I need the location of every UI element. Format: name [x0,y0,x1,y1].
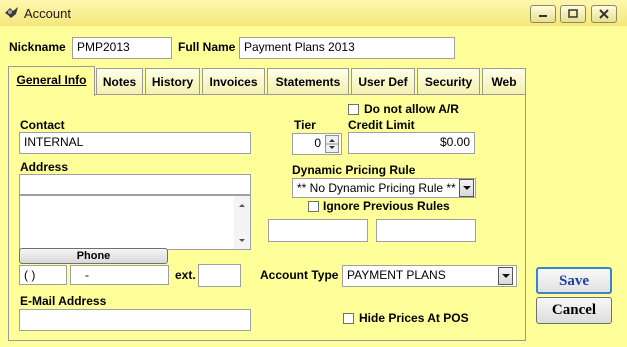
credit-limit-field[interactable]: $0.00 [348,132,475,154]
nickname-field[interactable]: PMP2013 [72,37,172,59]
account-type-dropdown-button[interactable] [498,267,513,285]
contact-label: Contact [20,118,65,132]
tab-user-def[interactable]: User Def [351,68,415,94]
contact-field[interactable]: INTERNAL [19,132,251,154]
tab-history[interactable]: History [145,68,200,94]
fullname-field[interactable]: Payment Plans 2013 [239,37,455,59]
tab-web[interactable]: Web [482,68,526,94]
spinner-arrows-icon [326,139,338,149]
cancel-button[interactable]: Cancel [536,297,612,324]
account-type-select[interactable]: PAYMENT PLANS [342,265,517,287]
chevron-down-icon [502,274,510,278]
address-line1-field[interactable] [19,174,251,195]
address-label: Address [20,160,69,174]
restore-icon [568,9,578,18]
tab-notes[interactable]: Notes [96,68,143,94]
minimize-icon [539,15,547,17]
phone-number-field[interactable]: - [70,265,169,285]
address-textarea[interactable] [19,195,251,250]
ignore-previous-rules-checkbox[interactable] [308,201,319,212]
tab-general-info[interactable]: General Info [8,66,95,96]
title-bar: Account [0,0,627,26]
phone-area-field[interactable]: ( ) [19,265,67,285]
hide-prices-label: Hide Prices At POS [359,311,469,325]
extra-field-1[interactable] [268,219,368,242]
app-logo-icon [5,7,18,18]
phone-button[interactable]: Phone [19,248,168,264]
nickname-label: Nickname [9,40,66,54]
close-window-button[interactable] [591,5,617,23]
tier-label: Tier [294,118,316,132]
dynamic-pricing-label: Dynamic Pricing Rule [292,163,416,177]
do-not-allow-ar-label: Do not allow A/R [364,102,459,116]
ext-label: ext. [175,268,196,282]
tab-invoices[interactable]: Invoices [202,68,265,94]
save-button[interactable]: Save [536,267,612,294]
minimize-button[interactable] [530,5,556,23]
credit-limit-label: Credit Limit [348,118,415,132]
address-scrollbar[interactable] [234,196,250,249]
scroll-arrows-icon [239,204,245,242]
dynamic-pricing-select[interactable]: ** No Dynamic Pricing Rule ** [292,178,476,198]
tab-statements[interactable]: Statements [267,68,349,94]
tab-security[interactable]: Security [417,68,480,94]
email-field[interactable] [19,309,251,331]
maximize-button[interactable] [560,5,586,23]
account-type-label: Account Type [260,268,339,282]
do-not-allow-ar-checkbox[interactable] [348,104,359,115]
dynamic-pricing-dropdown-button[interactable] [459,179,474,197]
chevron-down-icon [463,186,471,190]
extra-field-2[interactable] [376,219,476,242]
ext-field[interactable] [198,264,241,287]
fullname-label: Full Name [178,40,236,54]
email-label: E-Mail Address [20,294,107,308]
ignore-previous-rules-label: Ignore Previous Rules [323,199,450,213]
window-title: Account [24,6,71,21]
tier-spinner[interactable] [325,135,339,153]
hide-prices-checkbox[interactable] [343,313,354,324]
account-window: Account Nickname PMP2013 Full Name Payme… [0,0,627,347]
close-icon [599,9,609,19]
